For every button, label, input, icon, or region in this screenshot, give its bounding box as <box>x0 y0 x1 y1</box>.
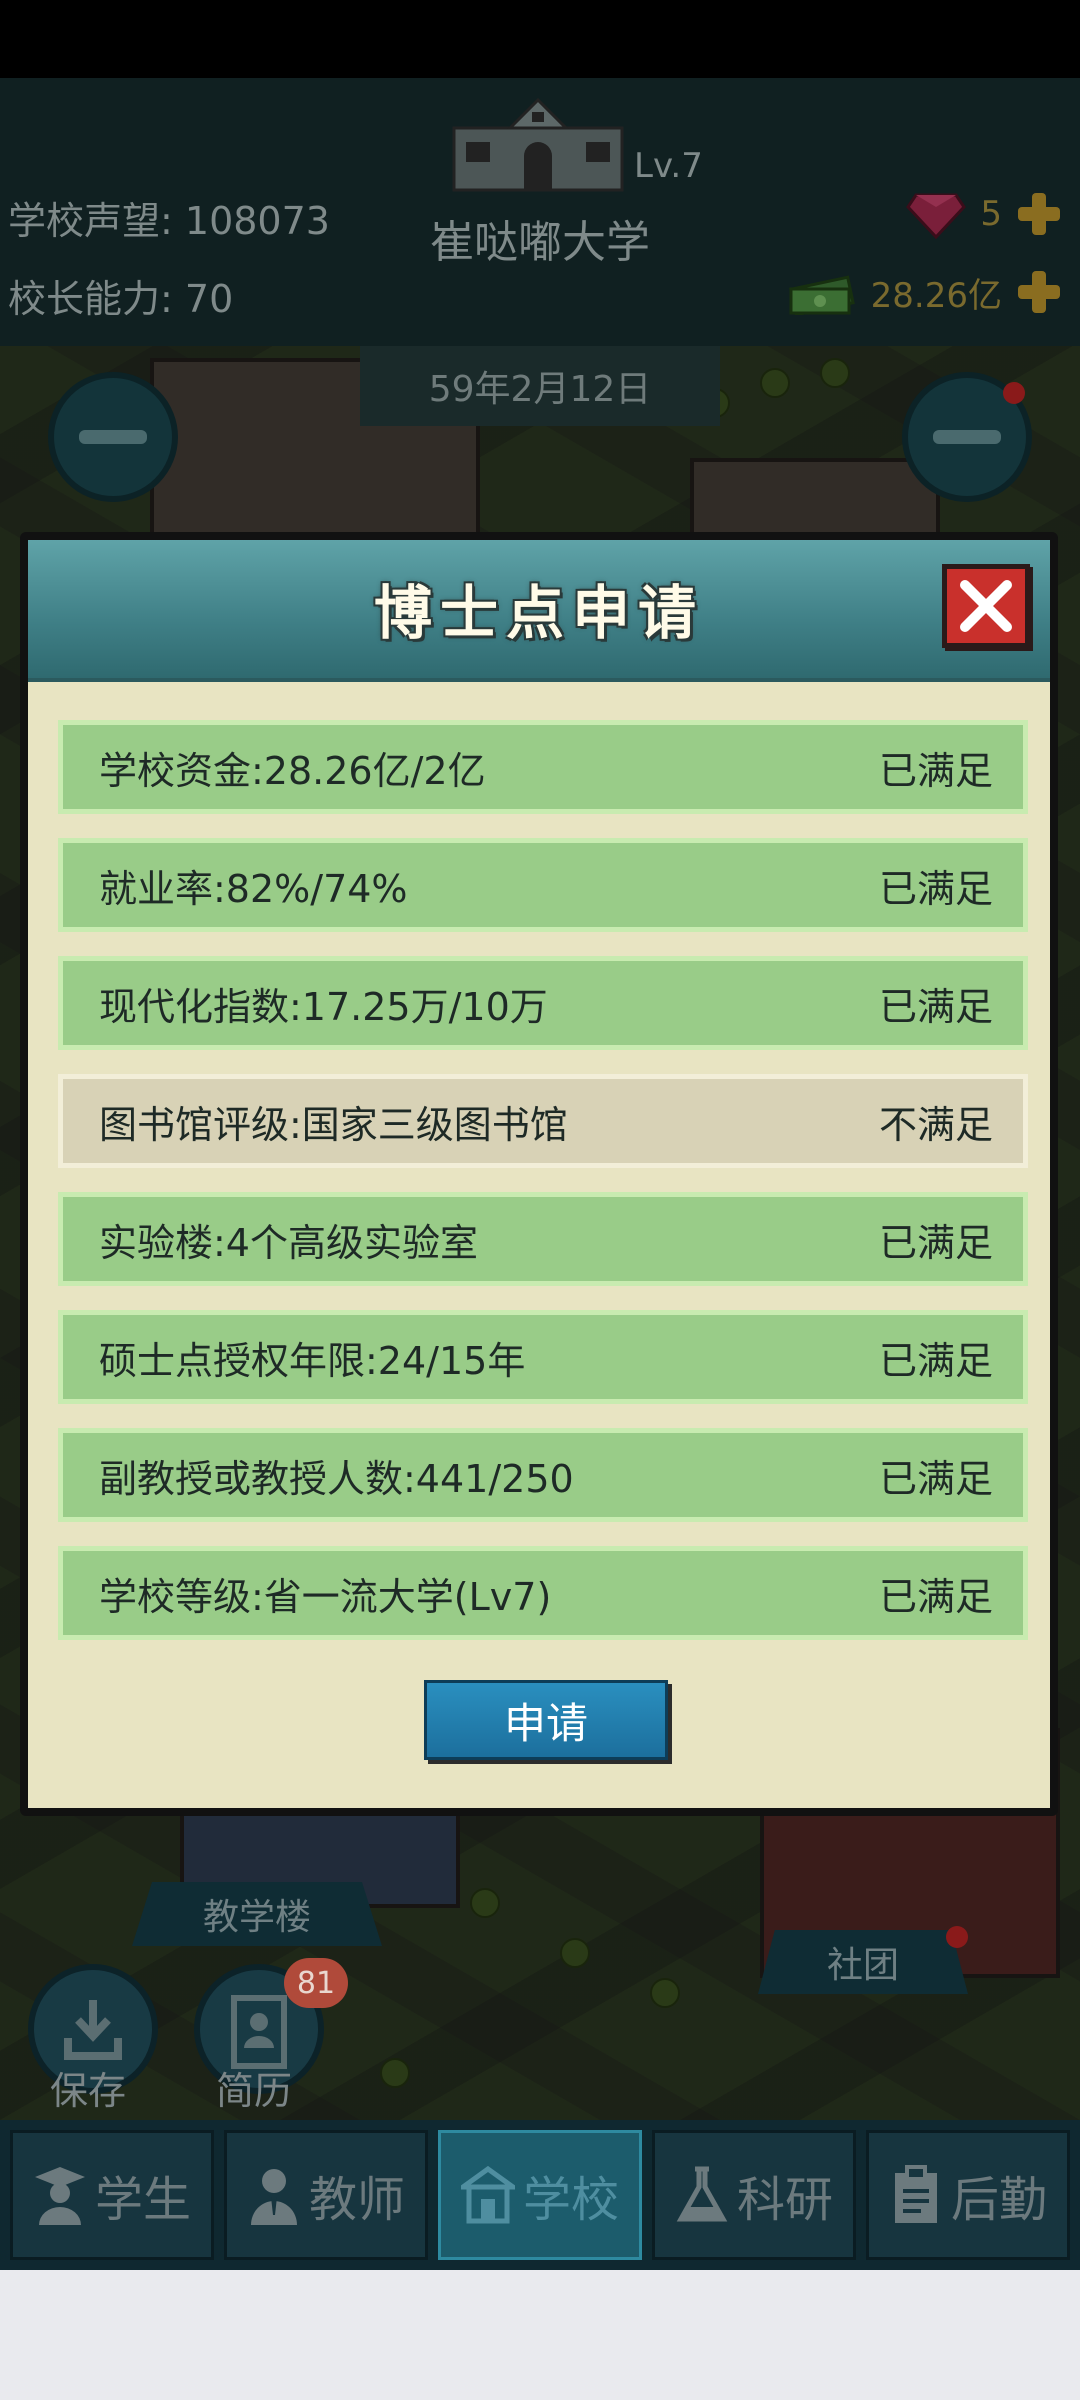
money-amount: 28.26亿 <box>870 275 1002 316</box>
nav-tab-logistics[interactable]: 后勤 <box>866 2130 1070 2260</box>
requirement-status: 已满足 <box>878 984 993 1029</box>
save-label: 保存 <box>50 2069 127 2113</box>
school-icon <box>460 2165 515 2224</box>
requirement-status: 不满足 <box>878 1102 993 1147</box>
nav-tab-research[interactable]: 科研 <box>652 2130 856 2260</box>
resume-label: 简历 <box>216 2069 293 2113</box>
notification-dot <box>1003 382 1025 404</box>
cash-icon <box>788 275 855 315</box>
nav-label: 学生 <box>94 2172 191 2228</box>
school-level: Lv.7 <box>634 146 703 186</box>
download-icon <box>64 2000 122 2060</box>
requirement-status: 已满足 <box>878 1338 993 1383</box>
teaching-building-tag[interactable]: 教学楼 <box>132 1882 382 1946</box>
requirement-row: 现代化指数:17.25万/10万 已满足 <box>58 956 1028 1050</box>
clipboard-icon <box>894 2165 937 2223</box>
gem-count: 5 <box>980 194 1002 234</box>
nav-label: 教师 <box>308 2172 405 2228</box>
zoom-out-left-button[interactable] <box>48 372 178 502</box>
reputation-label: 学校声望: <box>8 199 173 243</box>
requirement-status: 已满足 <box>878 748 993 793</box>
dialog-header: 博士点申请 <box>28 540 1050 682</box>
add-gems-icon[interactable] <box>1016 191 1062 237</box>
requirement-label: 实验楼:4个高级实验室 <box>99 1220 478 1265</box>
requirement-row: 副教授或教授人数:441/250 已满足 <box>58 1428 1028 1522</box>
requirement-status: 已满足 <box>878 1456 993 1501</box>
add-money-icon[interactable] <box>1016 269 1062 315</box>
requirement-label: 副教授或教授人数:441/250 <box>99 1456 574 1501</box>
club-tag[interactable]: 社团 <box>758 1930 968 1994</box>
money-counter: 28.26亿 <box>787 262 1062 322</box>
nav-tab-students[interactable]: 学生 <box>10 2130 214 2260</box>
requirement-label: 硕士点授权年限:24/15年 <box>99 1338 526 1383</box>
requirement-label: 学校资金:28.26亿/2亿 <box>99 748 486 793</box>
ability-label: 校长能力: <box>8 277 173 321</box>
close-button[interactable] <box>942 564 1030 648</box>
requirement-row: 学校资金:28.26亿/2亿 已满足 <box>58 720 1028 814</box>
gem-counter: 5 <box>906 184 1062 244</box>
requirement-row: 就业率:82%/74% 已满足 <box>58 838 1028 932</box>
ability-stat: 校长能力: 70 <box>8 268 233 323</box>
status-bar <box>0 0 1080 78</box>
school-name: 崔哒嘟大学 <box>430 217 650 268</box>
system-navigation-bar <box>0 2270 1080 2400</box>
dialog-title: 博士点申请 <box>373 579 704 647</box>
resume-badge: 81 <box>284 1958 348 2008</box>
nav-label: 后勤 <box>950 2172 1047 2228</box>
ability-value: 70 <box>184 277 234 321</box>
requirement-row: 硕士点授权年限:24/15年 已满足 <box>58 1310 1028 1404</box>
requirement-status: 已满足 <box>878 866 993 911</box>
student-icon <box>34 2167 85 2225</box>
flask-icon <box>676 2166 728 2222</box>
requirement-label: 学校等级:省一流大学(Lv7) <box>99 1574 552 1619</box>
phd-application-dialog: 博士点申请 学校资金:28.26亿/2亿 已满足 就业率:82%/74% 已满足… <box>20 532 1058 1816</box>
game-date: 59年2月12日 <box>360 346 720 426</box>
requirement-row: 学校等级:省一流大学(Lv7) 已满足 <box>58 1546 1028 1640</box>
requirement-row-unmet: 图书馆评级:国家三级图书馆 不满足 <box>58 1074 1028 1168</box>
requirements-list: 学校资金:28.26亿/2亿 已满足 就业率:82%/74% 已满足 现代化指数… <box>58 720 1028 1664</box>
requirement-label: 就业率:82%/74% <box>99 866 408 911</box>
nav-tab-school[interactable]: 学校 <box>438 2130 642 2260</box>
school-building-icon <box>452 97 624 192</box>
close-icon <box>960 580 1012 632</box>
nav-tab-teachers[interactable]: 教师 <box>224 2130 428 2260</box>
requirement-label: 图书馆评级:国家三级图书馆 <box>99 1102 568 1147</box>
apply-button[interactable]: 申请 <box>424 1680 668 1760</box>
reputation-value: 108073 <box>184 199 330 243</box>
requirement-status: 已满足 <box>878 1574 993 1619</box>
club-notification-dot <box>946 1926 968 1948</box>
reputation-stat: 学校声望: 108073 <box>8 190 330 245</box>
teacher-icon <box>250 2169 297 2225</box>
requirement-row: 实验楼:4个高级实验室 已满足 <box>58 1192 1028 1286</box>
nav-label: 科研 <box>736 2172 833 2228</box>
bottom-nav: 学生 教师 学校 科研 后勤 <box>0 2120 1080 2270</box>
nav-label: 学校 <box>522 2172 619 2228</box>
requirement-status: 已满足 <box>878 1220 993 1265</box>
gem-icon <box>906 193 967 239</box>
requirement-label: 现代化指数:17.25万/10万 <box>99 984 548 1029</box>
